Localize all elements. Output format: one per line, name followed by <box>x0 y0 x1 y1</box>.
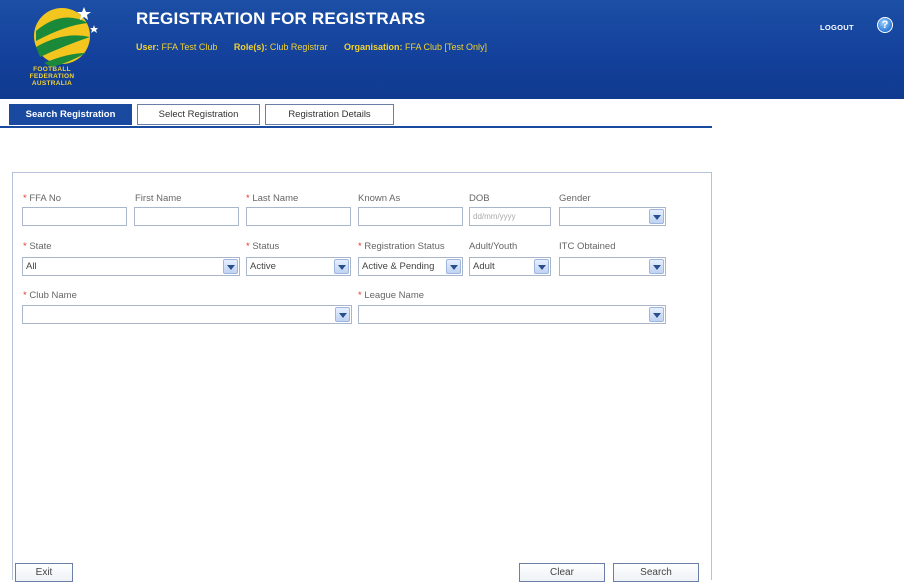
chevron-down-icon[interactable] <box>335 307 350 322</box>
chevron-down-icon[interactable] <box>446 259 461 274</box>
ffa-no-label: * FFA No <box>23 193 62 204</box>
itc-obtained-label: ITC Obtained <box>559 241 616 252</box>
tab-search-registration[interactable]: Search Registration <box>9 104 132 125</box>
page-title: REGISTRATION FOR REGISTRARS <box>136 9 426 28</box>
status-select[interactable]: Active <box>246 257 351 276</box>
club-name-label: * Club Name <box>23 290 77 301</box>
registration-status-select[interactable]: Active & Pending <box>358 257 463 276</box>
dob-input[interactable] <box>469 207 551 226</box>
roles-label: Role(s): <box>233 42 268 52</box>
first-name-input[interactable] <box>134 207 239 226</box>
chevron-down-icon[interactable] <box>534 259 549 274</box>
chevron-down-icon[interactable] <box>649 259 664 274</box>
adult-youth-value: Adult <box>473 261 495 272</box>
adult-youth-select[interactable]: Adult <box>469 257 551 276</box>
status-label: * Status <box>246 241 280 252</box>
logout-link[interactable]: LOGOUT <box>820 23 854 32</box>
user-info: User: FFA Test Club <box>136 42 220 52</box>
ffa-no-input[interactable] <box>22 207 127 226</box>
tab-underline <box>0 126 712 128</box>
known-as-input[interactable] <box>358 207 463 226</box>
tab-registration-details[interactable]: Registration Details <box>265 104 394 125</box>
league-name-select[interactable] <box>358 305 666 324</box>
clear-button[interactable]: Clear <box>519 563 605 582</box>
search-button[interactable]: Search <box>613 563 699 582</box>
help-icon[interactable]: ? <box>877 17 893 33</box>
first-name-label: First Name <box>135 193 182 204</box>
gender-select[interactable] <box>559 207 666 226</box>
league-name-label: * League Name <box>358 290 425 301</box>
registration-status-value: Active & Pending <box>362 261 435 272</box>
chevron-down-icon[interactable] <box>649 209 664 224</box>
roles-info: Role(s): Club Registrar <box>234 42 330 52</box>
exit-button[interactable]: Exit <box>15 563 73 582</box>
known-as-label: Known As <box>358 193 401 204</box>
tab-select-registration[interactable]: Select Registration <box>137 104 260 125</box>
app-header: FOOTBALL FEDERATION AUSTRALIA REGISTRATI… <box>0 0 904 99</box>
chevron-down-icon[interactable] <box>223 259 238 274</box>
organisation-info: Organisation: FFA Club [Test Only] <box>344 42 487 52</box>
last-name-input[interactable] <box>246 207 351 226</box>
registration-status-label: * Registration Status <box>358 241 445 252</box>
session-info: User: FFA Test Club Role(s): Club Regist… <box>136 42 501 52</box>
logo-wordmark: FOOTBALL FEDERATION AUSTRALIA <box>29 66 75 87</box>
gender-label: Gender <box>559 193 591 204</box>
roles-value: Club Registrar <box>269 42 328 52</box>
tab-bar: Search Registration Select Registration … <box>0 104 904 126</box>
adult-youth-label: Adult/Youth <box>469 241 518 252</box>
user-value: FFA Test Club <box>161 42 218 52</box>
chevron-down-icon[interactable] <box>649 307 664 322</box>
user-label: User: <box>136 42 160 52</box>
itc-obtained-select[interactable] <box>559 257 666 276</box>
dob-label: DOB <box>469 193 490 204</box>
state-value: All <box>26 261 37 272</box>
state-label: * State <box>23 241 52 252</box>
last-name-label: * Last Name <box>246 193 299 204</box>
organisation-value: FFA Club [Test Only] <box>405 42 488 52</box>
state-select[interactable]: All <box>22 257 240 276</box>
club-name-select[interactable] <box>22 305 352 324</box>
organisation-label: Organisation: <box>343 42 403 52</box>
status-value: Active <box>250 261 276 272</box>
chevron-down-icon[interactable] <box>334 259 349 274</box>
search-form-panel: * FFA No First Name * Last Name Known As… <box>12 172 712 582</box>
